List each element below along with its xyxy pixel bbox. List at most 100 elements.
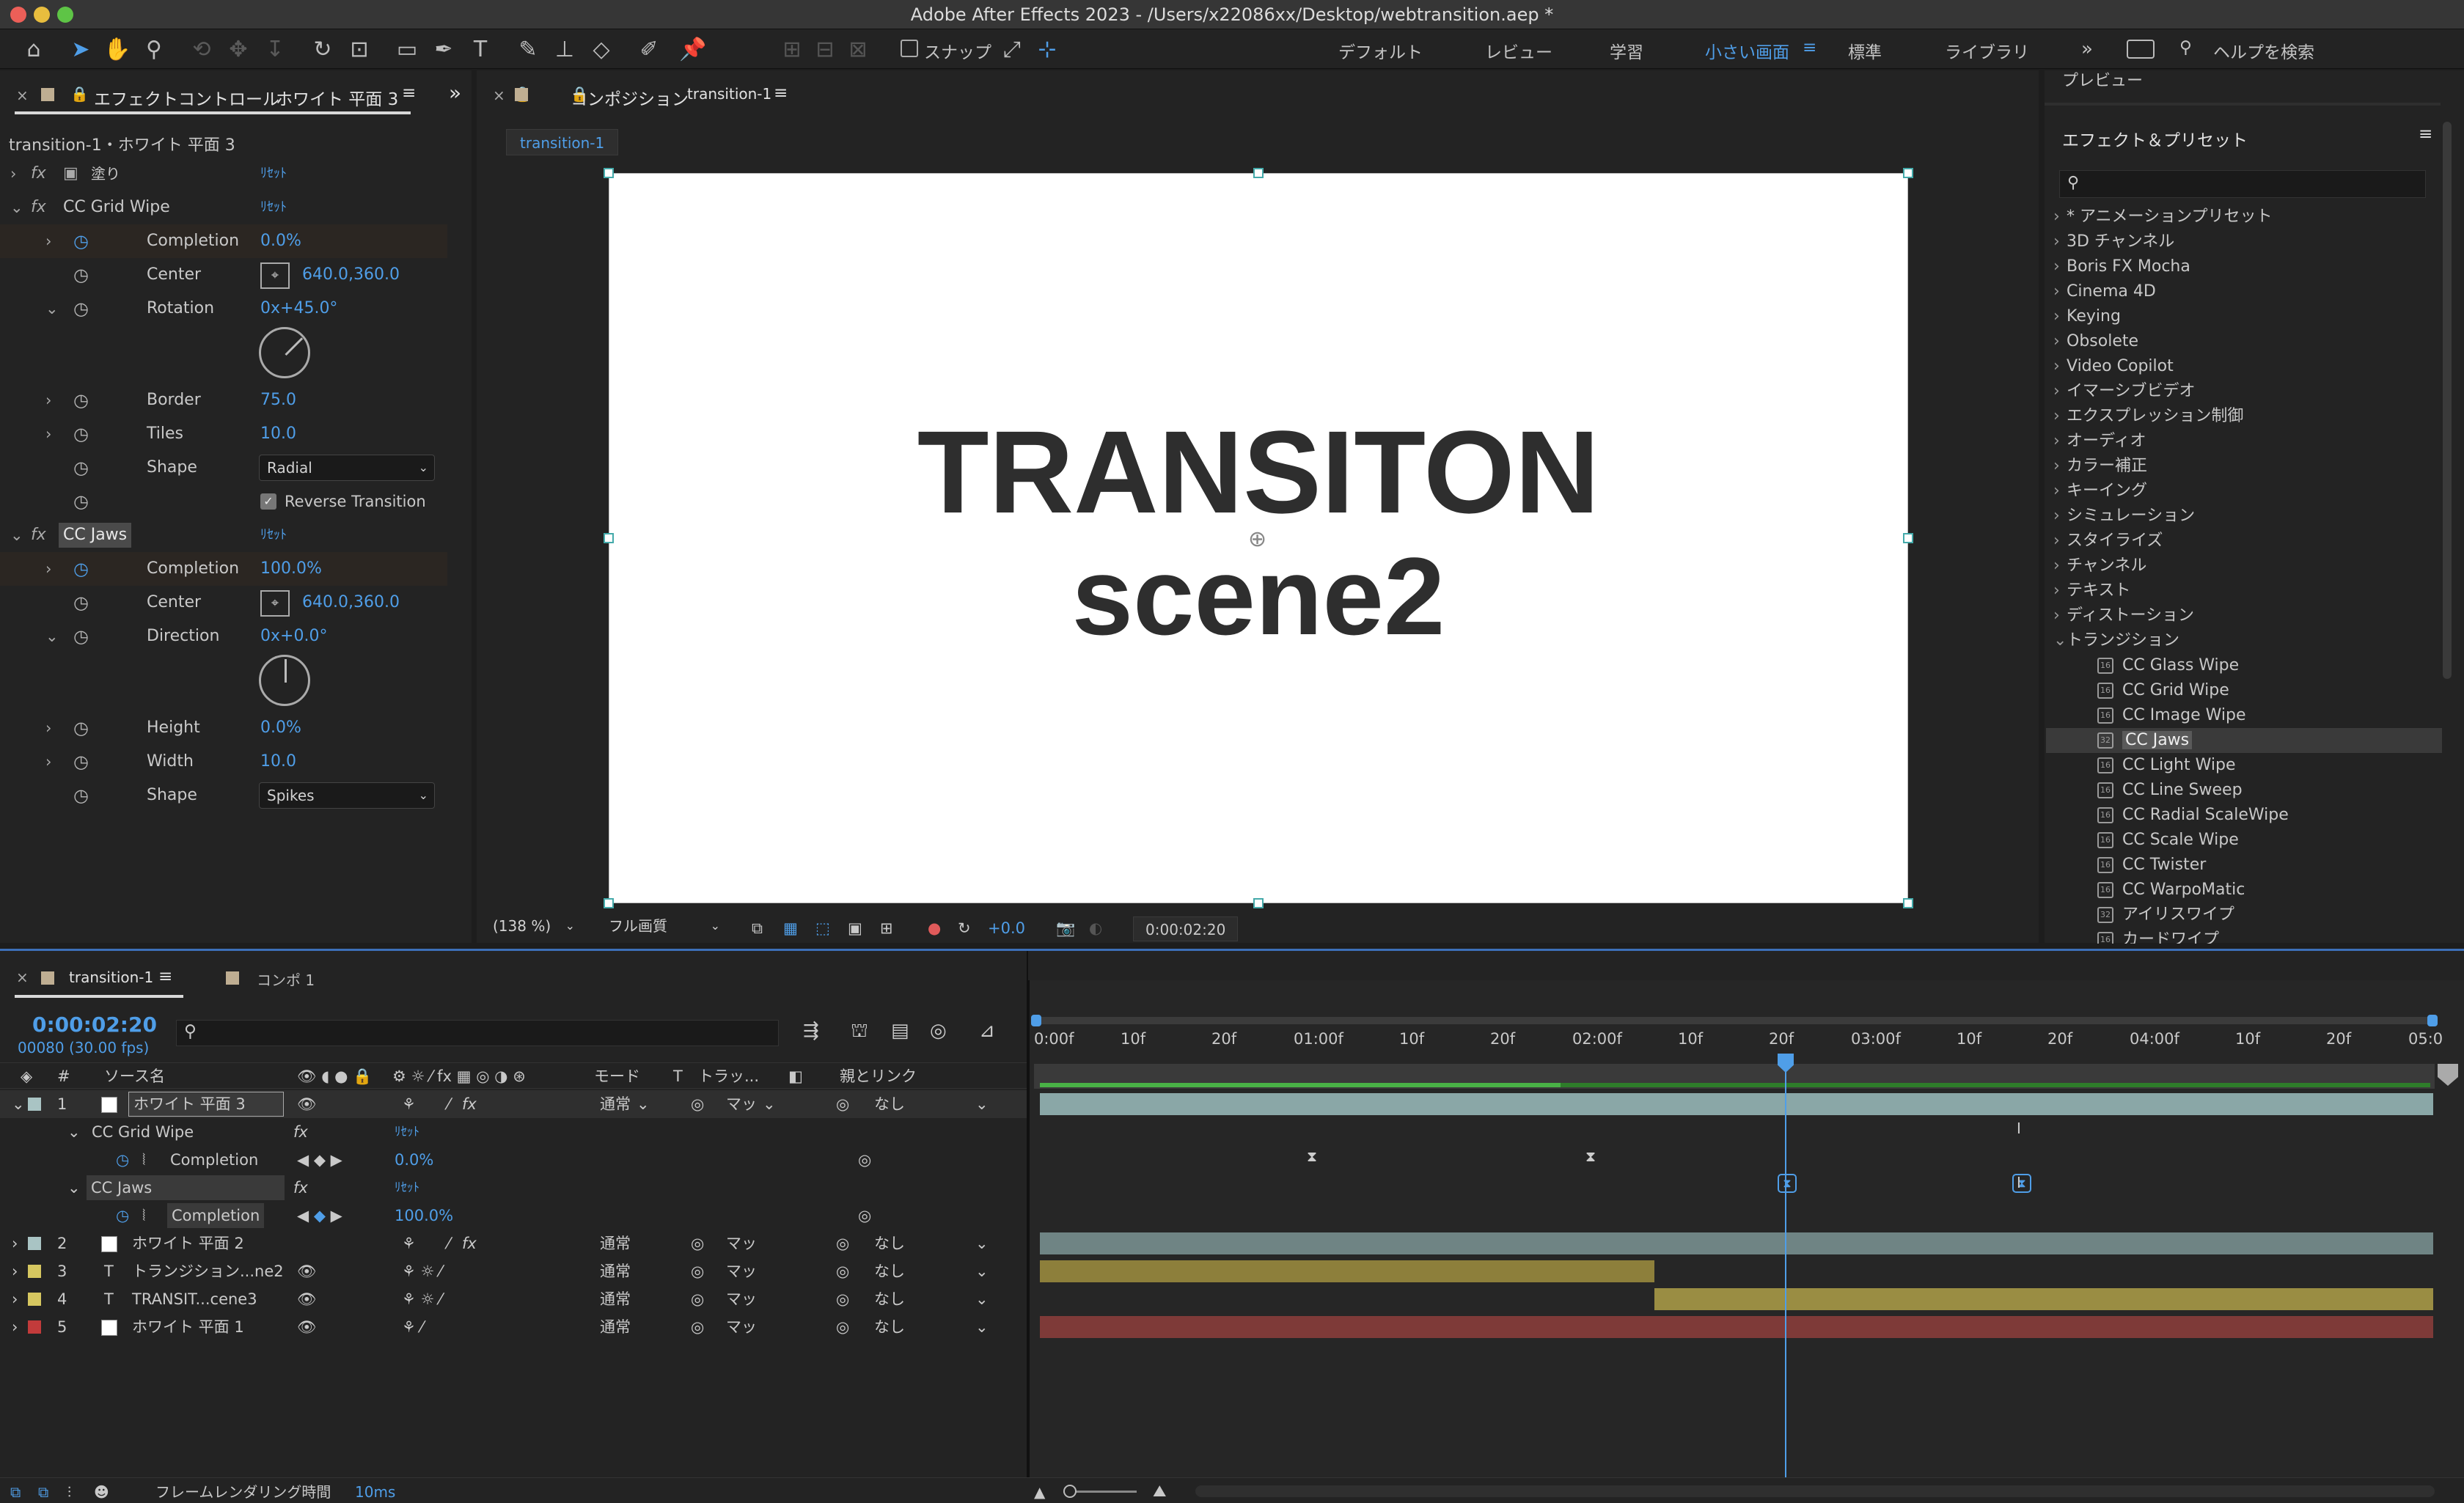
pickwhip-icon[interactable]: ◎ <box>836 1313 849 1341</box>
anchor-point-icon[interactable]: ⊕ <box>1248 526 1266 552</box>
dolly-tool-icon[interactable]: ↧ <box>260 35 290 65</box>
stopwatch-icon[interactable]: ◷ <box>73 586 89 620</box>
jaws-effect-row[interactable]: ⌄ fx CC Jaws ﾘｾｯﾄ <box>0 518 447 552</box>
eraser-tool-icon[interactable]: ◇ <box>587 35 616 65</box>
shy-switch-icon[interactable]: ⚘ <box>402 1090 416 1118</box>
keyframe-icon[interactable]: ⧗ <box>1778 1174 1797 1193</box>
playhead-line[interactable] <box>1785 1059 1786 1479</box>
mode-dropdown[interactable]: 通常 <box>600 1230 631 1257</box>
effect-category[interactable]: › Keying <box>2053 304 2121 329</box>
shy-switch-icon[interactable]: ⚘ ☼ ⁄ <box>402 1257 442 1285</box>
stopwatch-icon[interactable]: ◷ <box>73 258 89 292</box>
eye-icon[interactable]: 👁 <box>297 1285 317 1313</box>
layer-bar[interactable] <box>1040 1316 2433 1338</box>
mode-dropdown[interactable]: 通常 <box>600 1285 631 1313</box>
grid-wipe-rotation-value[interactable]: 0x+45.0° <box>260 292 337 326</box>
zoom-out-icon[interactable]: ▲ <box>1034 1478 1045 1503</box>
fx-switch-icon[interactable]: fx <box>462 1230 477 1257</box>
stopwatch-icon[interactable]: ◷ <box>73 711 89 745</box>
label-color[interactable] <box>28 1237 41 1250</box>
grid-wipe-border-value[interactable]: 75.0 <box>260 383 296 417</box>
spiral-icon[interactable]: ◎ <box>691 1230 704 1257</box>
layer-name[interactable]: ホワイト 平面 2 <box>132 1230 244 1257</box>
eye-icon[interactable]: 👁 <box>297 1257 317 1285</box>
effect-category[interactable]: › キーイング <box>2053 479 2147 504</box>
parent-dropdown[interactable]: なし <box>874 1285 905 1313</box>
property-subrow[interactable]: ◷ ⦚ Completion ◀ ◆ ▶ 0.0% ◎ <box>0 1146 1027 1174</box>
parent-dropdown[interactable]: なし <box>874 1313 905 1341</box>
fx-icon[interactable]: fx <box>31 191 46 224</box>
grid-wipe-reset[interactable]: ﾘｾｯﾄ <box>260 191 287 224</box>
timeline-track-area[interactable]: 0:00f 10f 20f 01:00f 10f 20f 02:00f 10f … <box>1028 980 2464 1479</box>
effect-category-transition[interactable]: ⌄トランジション <box>2053 628 2179 653</box>
jaws-direction-value[interactable]: 0x+0.0° <box>260 620 327 653</box>
property-subrow[interactable]: ◷ ⦚ Completion ◀ ◆ ▶ 100.0% ◎ <box>0 1202 1027 1230</box>
jaws-height-value[interactable]: 0.0% <box>260 711 301 745</box>
effects-search-input[interactable]: ⚲ <box>2059 170 2426 198</box>
jaws-reset[interactable]: ﾘｾｯﾄ <box>260 518 287 552</box>
direction-dial[interactable] <box>259 655 310 706</box>
effect-subrow[interactable]: ⌄ CC Grid Wipe fx ﾘｾｯﾄ <box>0 1118 1027 1146</box>
workspace-review[interactable]: レビュー <box>1485 38 1552 63</box>
fx-icon[interactable]: fx <box>31 157 46 191</box>
stopwatch-icon[interactable]: ◷ <box>116 1146 129 1174</box>
fx-switch-icon[interactable]: fx <box>462 1090 477 1118</box>
source-name-header[interactable]: ソース名 <box>104 1063 165 1089</box>
frame-blending-icon[interactable]: ▤ <box>891 1020 909 1042</box>
parent-header[interactable]: 親とリンク <box>840 1063 917 1089</box>
work-area-end-icon[interactable] <box>2438 1064 2458 1086</box>
effect-category[interactable]: › スタイライズ <box>2053 529 2163 554</box>
effect-item[interactable]: 32 アイリスワイプ <box>2097 903 2234 927</box>
label-color[interactable] <box>28 1098 41 1111</box>
mode-dropdown[interactable]: 通常 <box>600 1090 631 1118</box>
rectangle-tool-icon[interactable]: ▭ <box>392 35 422 65</box>
workspace-standard[interactable]: 標準 <box>1848 38 1882 63</box>
effect-category[interactable]: › * アニメーションプリセット <box>2053 205 2272 229</box>
pickwhip-icon[interactable]: ◎ <box>836 1090 849 1118</box>
effect-item[interactable]: 16 CC Grid Wipe <box>2097 678 2229 703</box>
layer-name[interactable]: TRANSIT...cene3 <box>132 1285 257 1313</box>
stopwatch-icon[interactable]: ◷ <box>73 224 89 258</box>
time-ruler[interactable]: 0:00f 10f 20f 01:00f 10f 20f 02:00f 10f … <box>1034 1030 2443 1062</box>
effect-category[interactable]: › Boris FX Mocha <box>2053 254 2190 279</box>
timeline-timecode[interactable]: 0:00:02:20 <box>32 1013 157 1037</box>
clone-stamp-icon[interactable]: ⊥ <box>550 35 579 65</box>
shy-layers-icon[interactable]: ⛫ <box>851 1020 868 1045</box>
track-matte-dropdown[interactable]: マッ <box>726 1257 757 1285</box>
pen-tool-icon[interactable]: ✒ <box>429 35 458 65</box>
grid-wipe-effect-row[interactable]: ⌄ fx CC Grid Wipe ﾘｾｯﾄ <box>0 191 447 224</box>
effect-item[interactable]: 16 CC Radial ScaleWipe <box>2097 803 2289 828</box>
track-matte-dropdown[interactable]: マッ <box>726 1313 757 1341</box>
zoom-window-button[interactable] <box>57 7 73 23</box>
reset-exposure-icon[interactable]: ↻ <box>958 914 971 943</box>
close-tab-icon[interactable]: × <box>493 87 505 104</box>
comp-settings-icon[interactable]: ⧉ <box>10 1478 21 1503</box>
effect-item[interactable]: 16 CC Light Wipe <box>2097 753 2236 778</box>
motion-blur-icon[interactable]: ◎ <box>930 1020 947 1042</box>
pickwhip-icon[interactable]: ◎ <box>836 1285 849 1313</box>
effect-controls-layer[interactable]: ホワイト 平面 3 <box>276 85 398 110</box>
layer-bar[interactable] <box>1040 1260 1654 1282</box>
pickwhip-icon[interactable]: ◎ <box>836 1257 849 1285</box>
eye-icon[interactable]: 👁 <box>297 1313 317 1341</box>
effect-reset[interactable]: ﾘｾｯﾄ <box>395 1118 419 1146</box>
stopwatch-icon[interactable]: ◷ <box>73 552 89 586</box>
panel-menu-icon[interactable]: ≡ <box>158 967 172 986</box>
minimize-window-button[interactable] <box>34 7 50 23</box>
expression-pickwhip-icon[interactable]: ◎ <box>858 1202 871 1230</box>
keyframe-icon[interactable]: ⧗ <box>1307 1147 1317 1165</box>
t-header[interactable]: T <box>673 1063 683 1089</box>
track-matte-header[interactable]: トラッ... <box>698 1063 759 1089</box>
mode-dropdown[interactable]: 通常 <box>600 1313 631 1341</box>
jaws-completion-value[interactable]: 100.0% <box>260 552 322 586</box>
layer-bar[interactable] <box>1040 1093 2433 1115</box>
fast-preview-icon[interactable]: ⧉ <box>752 914 763 943</box>
comp-mini-flowchart-icon[interactable]: ⇶ <box>803 1020 819 1042</box>
label-color[interactable] <box>28 1293 41 1306</box>
parent-dropdown[interactable]: なし <box>874 1230 905 1257</box>
graph-icon[interactable]: ⦚ <box>142 1202 145 1230</box>
composition-tab-label[interactable]: コンポジション <box>571 85 689 110</box>
timeline-tab-2[interactable]: コンポ 1 <box>257 969 315 990</box>
quality-switch-icon[interactable]: ⁄ <box>447 1230 450 1257</box>
selection-tool-icon[interactable]: ➤ <box>66 35 95 65</box>
